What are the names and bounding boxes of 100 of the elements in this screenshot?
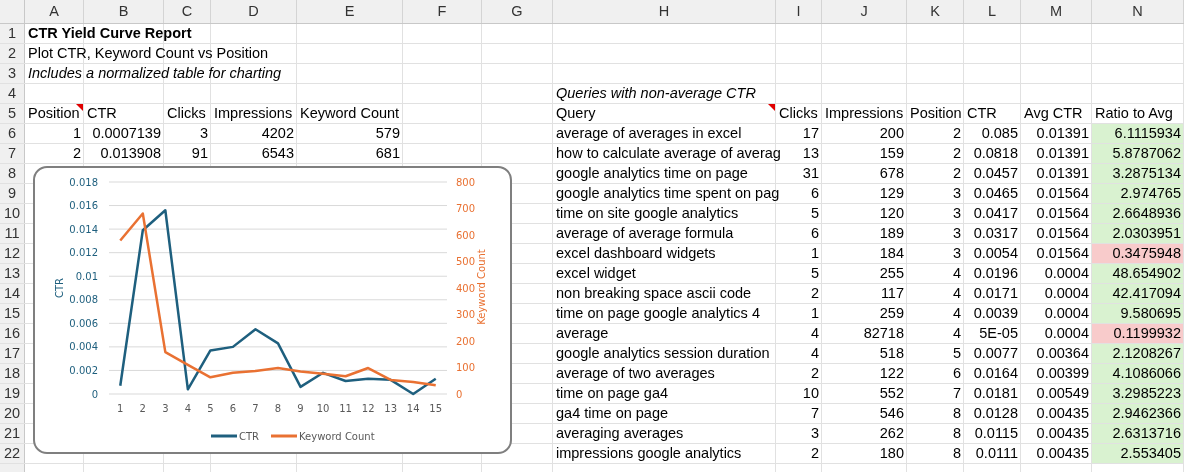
axis-tick-label: 800 [456,176,476,188]
query-text: average [555,323,609,343]
row-number[interactable]: 3 [0,64,25,83]
axis-tick-label: 0.004 [69,341,98,353]
column-letter[interactable]: E [297,0,403,23]
axis-tick-label: 14 [406,403,420,414]
query-text: google analytics time spent on pag [555,183,780,203]
highlighted-value: 2.6648936 [1092,204,1183,223]
column-heading: Avg CTR [1023,103,1083,123]
axis-tick-label: 100 [456,362,476,373]
axis-tick-label: 0.018 [69,176,98,188]
query-text: time on site google analytics [555,203,739,223]
column-heading: Clicks [166,103,206,123]
number-value: 0.0196 [972,264,1019,283]
number-value: 2 [71,144,82,163]
number-value: 4 [809,324,820,343]
row-number[interactable]: 18 [0,364,25,383]
column-heading: Position [27,103,80,123]
row-number[interactable]: 12 [0,244,25,263]
number-value: 82718 [862,324,905,343]
number-value: 2 [951,164,962,183]
highlighted-value: 3.2985223 [1092,384,1183,403]
row-number[interactable]: 21 [0,424,25,443]
axis-tick-label: 8 [274,403,282,414]
column-letter[interactable]: A [25,0,84,23]
number-value: 678 [878,164,905,183]
column-letter[interactable]: M [1021,0,1092,23]
number-value: 0.00364 [1035,344,1090,363]
number-value: 7 [951,384,962,403]
row-number[interactable]: 6 [0,124,25,143]
column-letter[interactable]: D [211,0,297,23]
row-number[interactable]: 4 [0,84,25,103]
number-value: 120 [878,204,905,223]
row-number[interactable]: 7 [0,144,25,163]
column-letter[interactable]: B [84,0,164,23]
column-letter[interactable]: C [164,0,211,23]
query-text: average of average formula [555,223,734,243]
number-value: 2 [809,364,820,383]
query-text: google analytics session duration [555,343,770,363]
number-value: 0.085 [980,124,1019,143]
column-letter[interactable]: H [553,0,776,23]
query-text: time on page ga4 [555,383,669,403]
row-number[interactable]: 8 [0,164,25,183]
highlighted-value: 2.974765 [1092,184,1183,203]
number-value: 17 [801,124,820,143]
number-value: 1 [809,244,820,263]
column-heading: Impressions [824,103,904,123]
number-value: 552 [878,384,905,403]
column-letter[interactable]: K [907,0,964,23]
number-value: 5 [809,204,820,223]
axis-tick-label: 5 [207,403,214,414]
row-number[interactable]: 2 [0,44,25,63]
column-letter[interactable]: I [776,0,822,23]
number-value: 0.0111 [974,444,1019,463]
column-letter[interactable]: G [482,0,553,23]
highlighted-value: 2.6313716 [1092,424,1183,443]
column-letter[interactable]: L [964,0,1021,23]
row-number[interactable]: 9 [0,184,25,203]
number-value: 262 [878,424,905,443]
query-text: time on page google analytics 4 [555,303,760,323]
row-number[interactable]: 10 [0,204,25,223]
report-title: CTR Yield Curve Report [27,23,192,43]
column-letter[interactable]: J [822,0,907,23]
axis-tick-label: 13 [384,403,398,414]
row-number[interactable]: 11 [0,224,25,243]
axis-tick-label: 200 [456,335,476,347]
row-number[interactable]: 15 [0,304,25,323]
axis-tick-label: 400 [456,282,476,294]
number-value: 4 [951,324,962,343]
axis-tick-label: 10 [316,403,330,414]
highlighted-value: 9.580695 [1092,304,1183,323]
number-value: 579 [374,124,401,143]
column-heading: Ratio to Avg [1094,103,1173,123]
row-number[interactable]: 22 [0,444,25,463]
number-value: 0.0171 [972,284,1019,303]
row-number[interactable]: 5 [0,104,25,123]
column-heading: Clicks [778,103,818,123]
query-text: how to calculate average of averag [555,143,781,163]
row-number[interactable]: 1 [0,24,25,43]
highlighted-value: 2.553405 [1092,444,1183,463]
number-value: 189 [878,224,905,243]
axis-tick-label: 12 [361,403,375,414]
row-number[interactable]: 13 [0,264,25,283]
row-number[interactable]: 16 [0,324,25,343]
number-value: 681 [374,144,401,163]
legend-label: CTR [239,430,260,442]
row-number[interactable]: 19 [0,384,25,403]
axis-tick-label: 9 [297,403,304,414]
row-number[interactable]: 14 [0,284,25,303]
row-number[interactable]: 20 [0,404,25,423]
axis-tick-label: 0.014 [69,223,98,235]
highlighted-value: 48.654902 [1092,264,1183,283]
number-value: 0.01564 [1035,184,1090,203]
row-number[interactable]: 17 [0,344,25,363]
axis-tick-label: 4 [184,403,192,414]
legend-swatch-icon [271,434,297,438]
column-letter[interactable]: N [1092,0,1184,23]
axis-tick-label: 0.016 [69,200,98,212]
column-letter[interactable]: F [403,0,482,23]
number-value: 3 [809,424,820,443]
